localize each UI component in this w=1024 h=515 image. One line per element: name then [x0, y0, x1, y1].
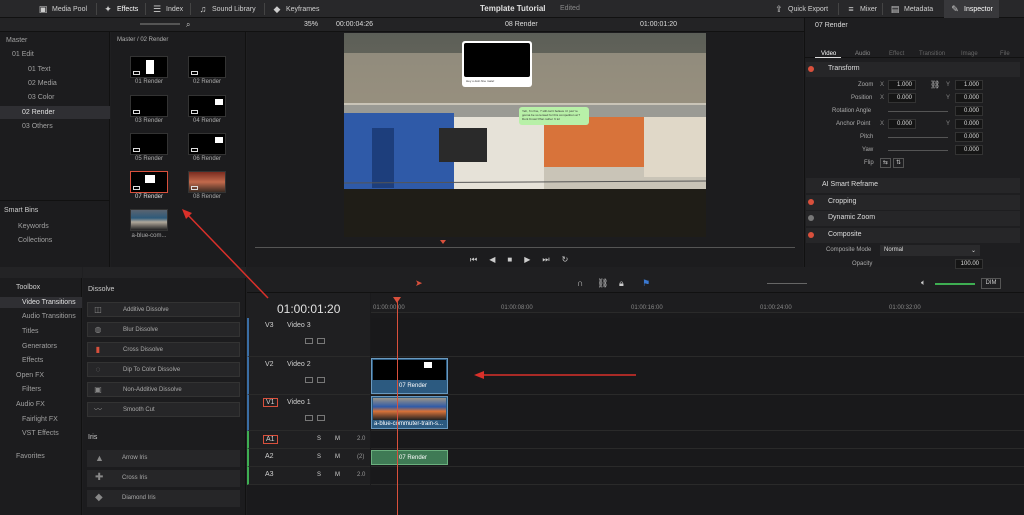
arrow-head-2: [474, 371, 484, 379]
annotation-arrows: [182, 209, 636, 379]
annotation-arrow-1: [185, 212, 269, 299]
